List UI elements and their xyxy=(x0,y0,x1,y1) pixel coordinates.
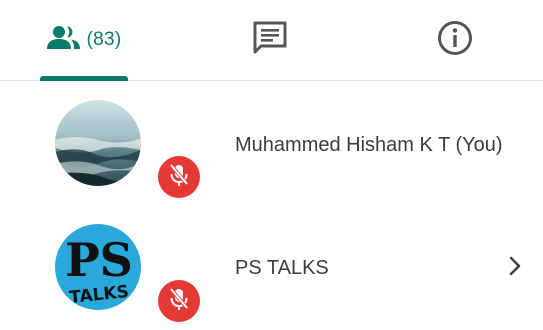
info-icon xyxy=(437,20,473,61)
chat-icon xyxy=(251,20,289,61)
avatar: PS TALKS xyxy=(55,224,141,310)
participant-name: Muhammed Hisham K T (You) xyxy=(235,134,503,156)
active-tab-indicator xyxy=(40,76,128,81)
chevron-right-icon[interactable] xyxy=(503,254,527,278)
participants-tab-bar: (83) xyxy=(0,0,543,81)
muted-mic-badge xyxy=(158,280,200,322)
participant-row[interactable]: PS TALKS PS TALKS xyxy=(0,210,543,330)
tab-people[interactable]: (83) xyxy=(40,0,128,80)
tab-info[interactable] xyxy=(415,0,495,80)
avatar xyxy=(55,100,141,186)
tab-chat[interactable] xyxy=(228,0,312,80)
participant-name: PS TALKS xyxy=(235,257,329,279)
avatar-logo-text: PS xyxy=(65,233,133,287)
participant-row[interactable]: Muhammed Hisham K T (You) xyxy=(0,86,543,206)
people-icon xyxy=(46,25,81,56)
participant-count: (83) xyxy=(86,29,122,50)
mic-off-icon xyxy=(168,287,190,316)
mic-off-icon xyxy=(168,163,190,192)
muted-mic-badge xyxy=(158,156,200,198)
